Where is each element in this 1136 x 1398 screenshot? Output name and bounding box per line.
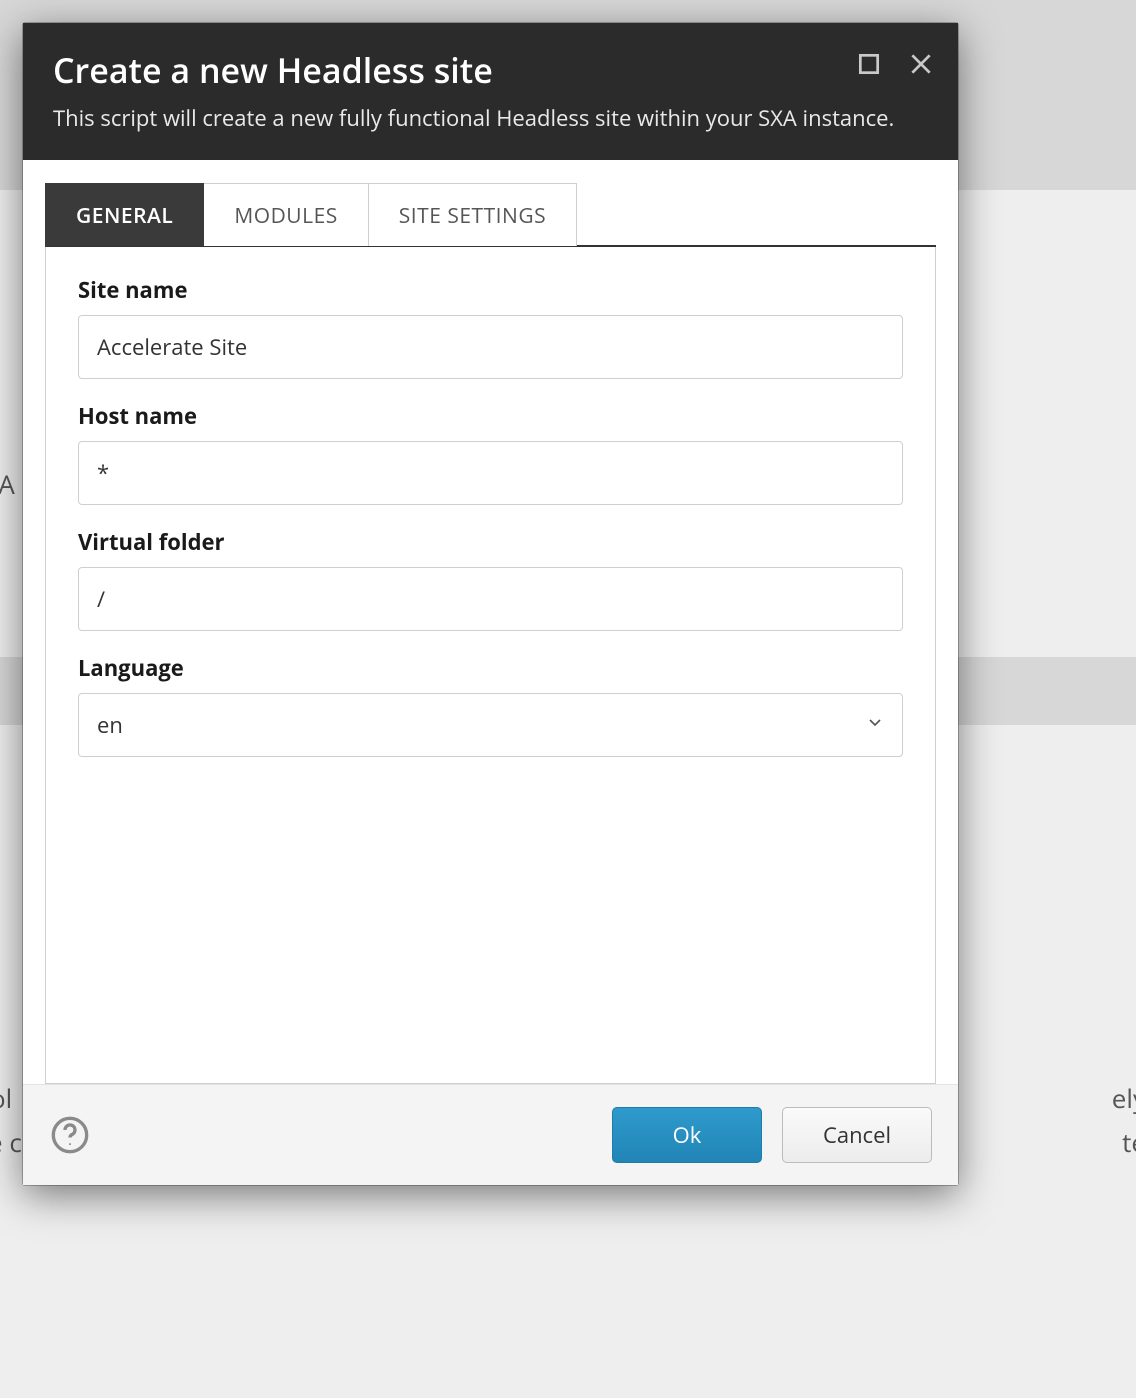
language-select-wrap: en <box>78 693 903 757</box>
bg-text-fragment: ol <box>0 1080 12 1116</box>
bg-text-fragment: ely <box>1112 1080 1136 1116</box>
help-icon[interactable] <box>49 1114 91 1156</box>
virtual-folder-input[interactable] <box>78 567 903 631</box>
tabs: GENERAL MODULES SITE SETTINGS <box>45 182 936 247</box>
host-name-label: Host name <box>78 401 903 431</box>
dialog-header: Create a new Headless site This script w… <box>23 23 958 160</box>
tab-panel-general: Site name Host name Virtual folder Langu… <box>45 247 936 1084</box>
maximize-icon[interactable] <box>854 49 884 79</box>
dialog-subtitle: This script will create a new fully func… <box>53 103 898 134</box>
dialog-title: Create a new Headless site <box>53 47 828 93</box>
language-select[interactable]: en <box>78 693 903 757</box>
close-icon[interactable] <box>906 49 936 79</box>
bg-text-fragment: -A <box>0 466 15 502</box>
cancel-button[interactable]: Cancel <box>782 1107 932 1163</box>
field-site-name: Site name <box>78 275 903 379</box>
bg-text-fragment: e c <box>0 1124 22 1160</box>
dialog-body: GENERAL MODULES SITE SETTINGS Site name … <box>23 160 958 1084</box>
site-name-input[interactable] <box>78 315 903 379</box>
field-virtual-folder: Virtual folder <box>78 527 903 631</box>
language-label: Language <box>78 653 903 683</box>
tab-general[interactable]: GENERAL <box>45 183 204 246</box>
virtual-folder-label: Virtual folder <box>78 527 903 557</box>
tab-modules[interactable]: MODULES <box>204 183 368 246</box>
dialog-footer: Ok Cancel <box>23 1084 958 1185</box>
create-headless-site-dialog: Create a new Headless site This script w… <box>23 23 958 1185</box>
field-language: Language en <box>78 653 903 757</box>
host-name-input[interactable] <box>78 441 903 505</box>
site-name-label: Site name <box>78 275 903 305</box>
field-host-name: Host name <box>78 401 903 505</box>
tab-site-settings[interactable]: SITE SETTINGS <box>369 183 577 246</box>
bg-text-fragment: te <box>1122 1124 1136 1160</box>
ok-button[interactable]: Ok <box>612 1107 762 1163</box>
window-controls <box>854 49 936 79</box>
